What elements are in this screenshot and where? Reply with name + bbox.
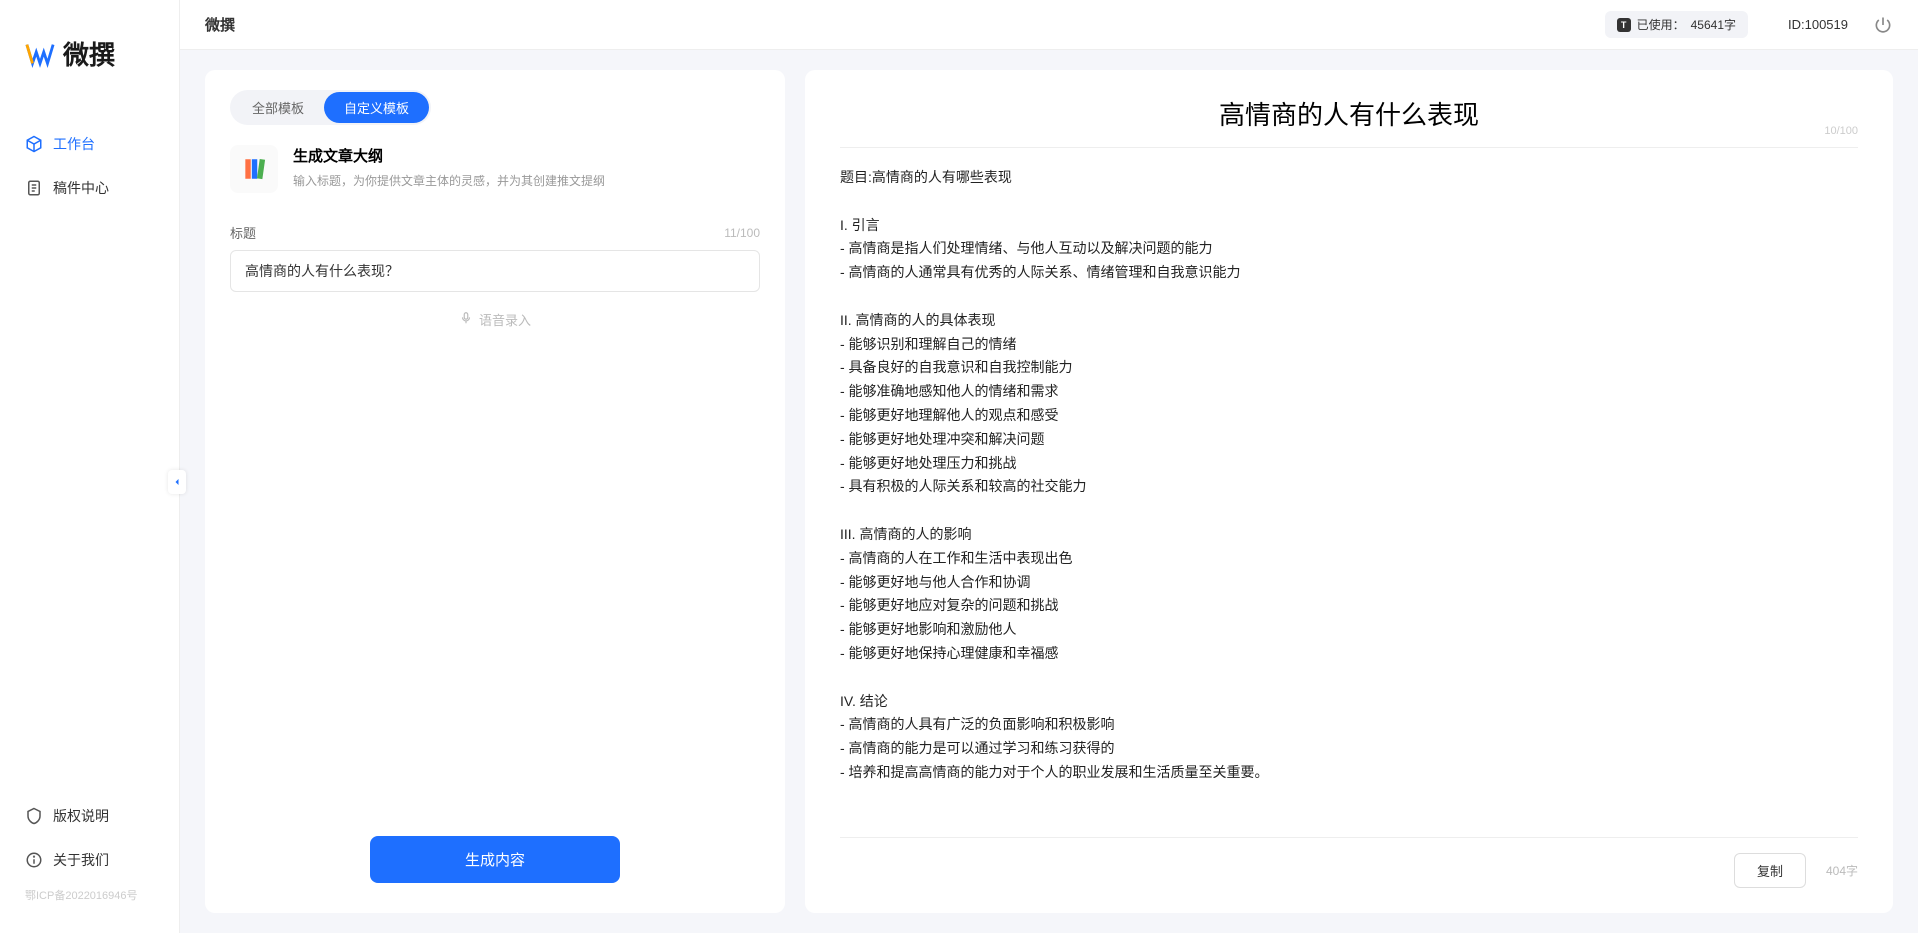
- nav-label: 稿件中心: [53, 178, 109, 198]
- doc-char-count: 404字: [1826, 862, 1858, 879]
- document-icon: [25, 179, 43, 197]
- nav-drafts[interactable]: 稿件中心: [0, 166, 179, 210]
- output-panel: 高情商的人有什么表现 10/100 题目:高情商的人有哪些表现 I. 引言 - …: [805, 70, 1893, 913]
- workspace: 全部模板 自定义模板 生成文章大纲 输入标题，为你提供文章主体的灵感，并为其创建…: [180, 50, 1918, 933]
- info-icon: [25, 851, 43, 869]
- nav-workbench[interactable]: 工作台: [0, 122, 179, 166]
- doc-body[interactable]: 题目:高情商的人有哪些表现 I. 引言 - 高情商是指人们处理情绪、与他人互动以…: [840, 166, 1858, 837]
- title-label: 标题: [230, 223, 256, 242]
- voice-input-button[interactable]: 语音录入: [230, 310, 760, 329]
- sidebar-collapse-handle[interactable]: [168, 470, 186, 494]
- doc-footer: 复制 404字: [840, 837, 1858, 888]
- main: 微撰 T 已使用： 45641字 ID:100519 全部模板 自定义模板 生成…: [180, 0, 1918, 933]
- nav-label: 工作台: [53, 134, 95, 154]
- logo-icon: [25, 39, 55, 69]
- nav-label: 关于我们: [53, 850, 109, 870]
- template-title: 生成文章大纲: [293, 145, 605, 166]
- text-icon: T: [1617, 18, 1631, 32]
- nav: 工作台 稿件中心: [0, 102, 179, 794]
- template-text: 生成文章大纲 输入标题，为你提供文章主体的灵感，并为其创建推文提纲: [293, 145, 605, 193]
- generate-button[interactable]: 生成内容: [370, 836, 620, 883]
- tab-all-templates[interactable]: 全部模板: [232, 92, 324, 123]
- doc-title-row: 高情商的人有什么表现 10/100: [840, 95, 1858, 148]
- usage-value: 45641字: [1691, 16, 1736, 33]
- page-title: 微撰: [205, 14, 1605, 35]
- title-input[interactable]: [230, 250, 760, 292]
- config-panel: 全部模板 自定义模板 生成文章大纲 输入标题，为你提供文章主体的灵感，并为其创建…: [205, 70, 785, 913]
- template-icon: [230, 145, 278, 193]
- title-char-counter: 11/100: [724, 226, 760, 240]
- power-button[interactable]: [1873, 15, 1893, 35]
- nav-label: 版权说明: [53, 806, 109, 826]
- mic-icon: [459, 311, 473, 328]
- nav-copyright[interactable]: 版权说明: [0, 794, 179, 838]
- shield-icon: [25, 807, 43, 825]
- usage-prefix: 已使用：: [1637, 16, 1685, 33]
- icp-text: 鄂ICP备2022016946号: [0, 882, 179, 918]
- usage-badge[interactable]: T 已使用： 45641字: [1605, 11, 1748, 38]
- doc-title[interactable]: 高情商的人有什么表现: [840, 95, 1858, 132]
- sidebar-bottom: 版权说明 关于我们 鄂ICP备2022016946号: [0, 794, 179, 933]
- doc-title-counter: 10/100: [1824, 125, 1858, 137]
- tab-custom-templates[interactable]: 自定义模板: [324, 92, 429, 123]
- account-id: ID:100519: [1788, 17, 1848, 32]
- title-field-header: 标题 11/100: [230, 223, 760, 242]
- cube-icon: [25, 135, 43, 153]
- template-tabs: 全部模板 自定义模板: [230, 90, 431, 125]
- voice-label: 语音录入: [479, 310, 531, 329]
- brand-logo: 微撰: [0, 0, 179, 102]
- sidebar: 微撰 工作台 稿件中心 版权说明 关于我们 鄂ICP备2022016946号: [0, 0, 180, 933]
- nav-about[interactable]: 关于我们: [0, 838, 179, 882]
- copy-button[interactable]: 复制: [1734, 853, 1806, 888]
- template-desc: 输入标题，为你提供文章主体的灵感，并为其创建推文提纲: [293, 172, 605, 189]
- template-card: 生成文章大纲 输入标题，为你提供文章主体的灵感，并为其创建推文提纲: [230, 145, 760, 193]
- topbar: 微撰 T 已使用： 45641字 ID:100519: [180, 0, 1918, 50]
- brand-name: 微撰: [63, 35, 115, 72]
